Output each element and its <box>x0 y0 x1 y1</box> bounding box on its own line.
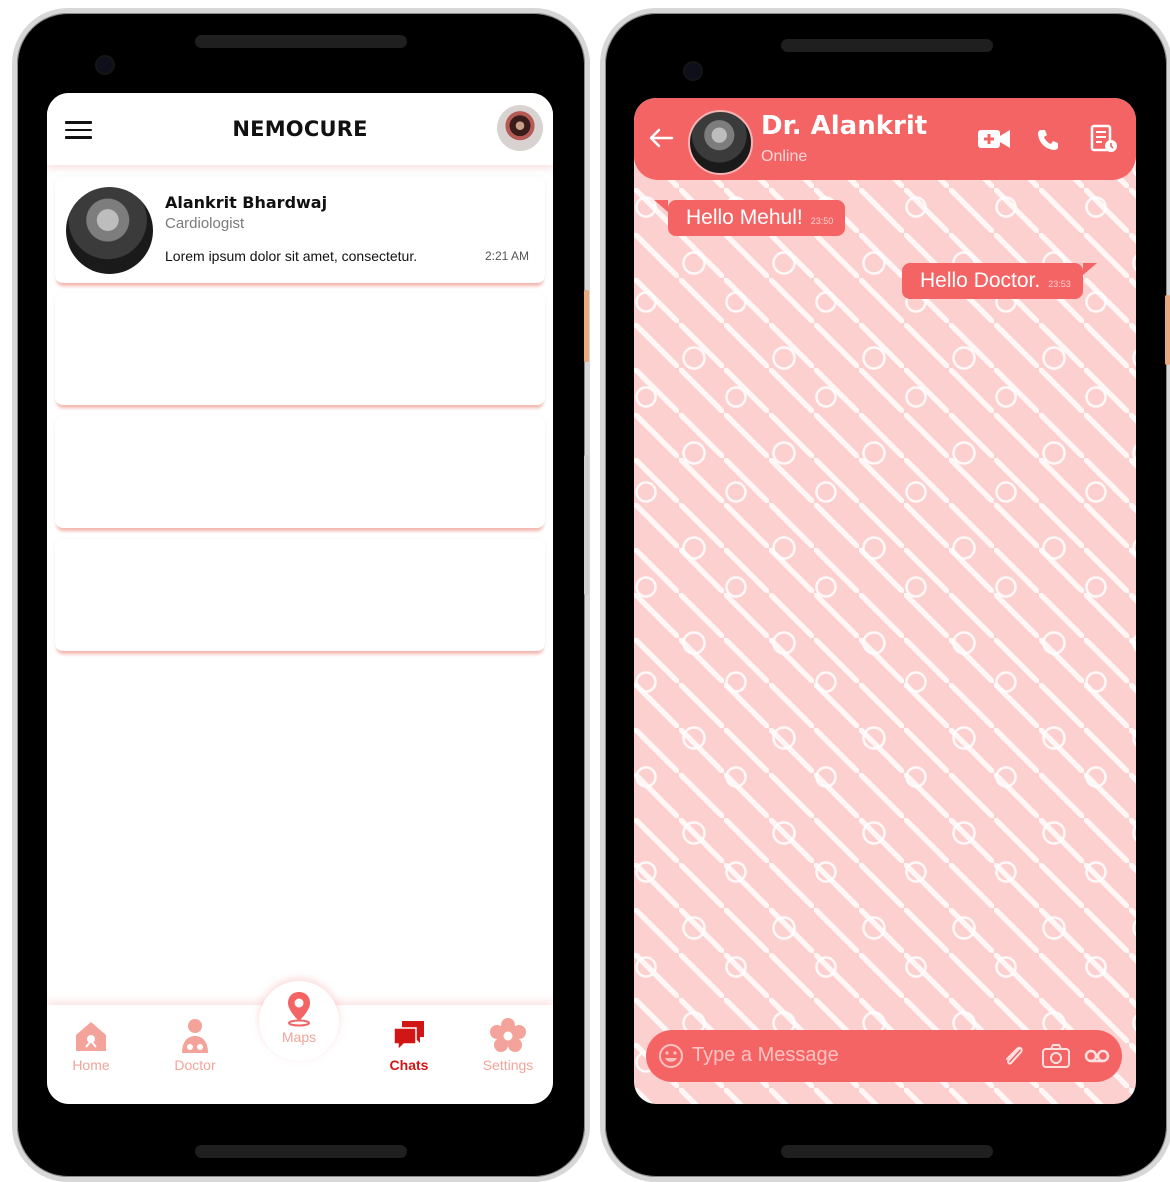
app-bar: NEMOCURE <box>47 93 553 165</box>
map-pin-icon <box>280 989 318 1027</box>
message-text: Hello Mehul! <box>686 206 803 229</box>
nav-chats[interactable]: Chats <box>369 1017 449 1073</box>
nav-maps-label: Maps <box>281 1029 317 1045</box>
nav-maps[interactable]: Maps <box>259 981 339 1061</box>
app-title: NEMOCURE <box>232 117 368 141</box>
camera-icon[interactable] <box>1041 1042 1071 1075</box>
earpiece-speaker <box>781 39 993 52</box>
nav-doctor[interactable]: Doctor <box>155 1017 235 1073</box>
message-time: 2:21 AM <box>484 249 529 263</box>
front-camera <box>685 63 701 79</box>
nav-home[interactable]: Home <box>51 1017 131 1073</box>
empty-chat-card <box>55 293 545 405</box>
nav-chats-label: Chats <box>389 1057 429 1073</box>
emoji-icon[interactable] <box>658 1043 684 1074</box>
back-arrow-icon[interactable] <box>648 128 674 148</box>
nav-settings-label: Settings <box>482 1057 534 1073</box>
chat-icon <box>390 1017 428 1055</box>
profile-avatar[interactable] <box>497 105 543 151</box>
earpiece-speaker <box>195 35 407 48</box>
home-icon <box>72 1017 110 1055</box>
contact-status: Online <box>761 148 808 165</box>
video-call-icon[interactable] <box>977 128 1011 155</box>
bottom-speaker <box>781 1145 993 1158</box>
attach-icon[interactable] <box>1001 1043 1027 1074</box>
phone-icon[interactable] <box>1036 128 1060 157</box>
conversation-screen: Dr. Alankrit Online Hello Mehul! 23:50 He… <box>634 98 1136 1104</box>
prescription-icon[interactable] <box>1089 124 1119 159</box>
last-message: Lorem ipsum dolor sit amet, consectetur. <box>165 248 418 264</box>
settings-icon <box>489 1017 527 1055</box>
chat-list-screen: NEMOCURE Alankrit Bhardwaj Cardiologist … <box>47 93 553 1104</box>
volume-button <box>1165 295 1170 365</box>
contact-avatar <box>66 187 153 274</box>
message-input[interactable]: Type a Message <box>692 1044 839 1067</box>
contact-name: Dr. Alankrit <box>761 111 928 141</box>
contact-avatar[interactable] <box>688 110 753 175</box>
conversation-header: Dr. Alankrit Online <box>634 98 1136 180</box>
outgoing-message[interactable]: Hello Doctor. 23:53 <box>902 263 1097 299</box>
front-camera <box>97 57 113 73</box>
message-time: 23:50 <box>810 216 834 226</box>
nav-home-label: Home <box>72 1057 110 1073</box>
chat-list-item[interactable]: Alankrit Bhardwaj Cardiologist Lorem ips… <box>55 177 545 283</box>
contact-name: Alankrit Bhardwaj <box>165 193 328 212</box>
empty-chat-card <box>55 416 545 528</box>
nav-doctor-label: Doctor <box>174 1057 216 1073</box>
volume-button <box>584 290 589 362</box>
bottom-navigation: Home Doctor Maps Chats Settings <box>47 981 553 1104</box>
voice-icon[interactable] <box>1084 1046 1110 1071</box>
power-button <box>584 455 589 595</box>
incoming-message[interactable]: Hello Mehul! 23:50 <box>653 200 846 236</box>
nav-settings[interactable]: Settings <box>468 1017 548 1073</box>
contact-role: Cardiologist <box>165 215 245 232</box>
bottom-speaker <box>195 1145 407 1158</box>
message-text: Hello Doctor. <box>920 269 1041 292</box>
doctor-icon <box>176 1017 214 1055</box>
empty-chat-card <box>55 539 545 651</box>
message-input-bar[interactable]: Type a Message <box>646 1030 1122 1082</box>
message-time: 23:53 <box>1048 279 1071 289</box>
